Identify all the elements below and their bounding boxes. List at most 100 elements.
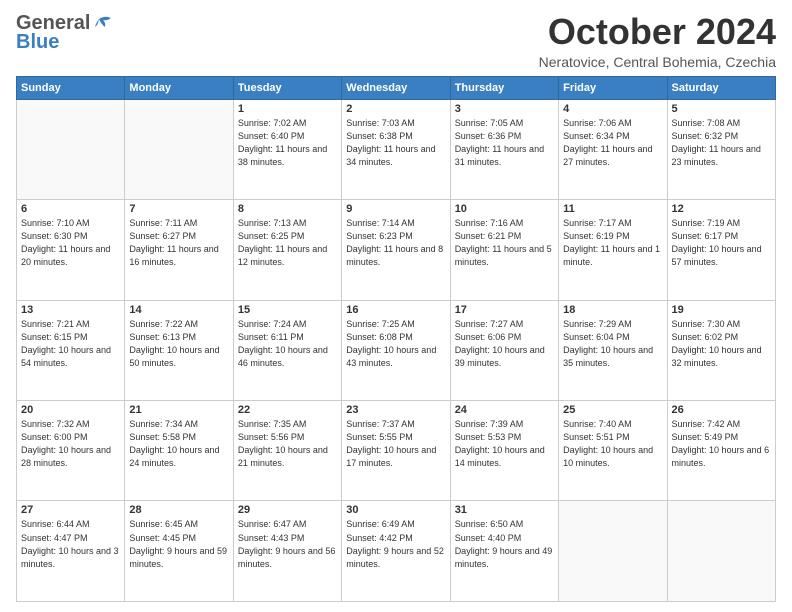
logo-blue: Blue	[16, 31, 59, 54]
calendar-cell: 30 Sunrise: 6:49 AM Sunset: 4:42 PM Dayli…	[342, 501, 450, 602]
day-info: Sunrise: 7:22 AM Sunset: 6:13 PM Dayligh…	[129, 318, 228, 370]
day-info: Sunrise: 7:17 AM Sunset: 6:19 PM Dayligh…	[563, 217, 662, 269]
weekday-header-sunday: Sunday	[17, 76, 125, 99]
calendar-week-row: 27Sunrise: 6:44 AM Sunset: 4:47 PM Dayli…	[17, 501, 776, 602]
day-info: Sunrise: 7:06 AM Sunset: 6:34 PM Dayligh…	[563, 117, 662, 169]
day-info: Sunrise: 7:25 AM Sunset: 6:08 PM Dayligh…	[346, 318, 445, 370]
day-number: 8	[238, 203, 337, 215]
day-info: Sunrise: 6:45 AM Sunset: 4:45 PM Dayligh…	[129, 518, 228, 570]
calendar-cell: 5 Sunrise: 7:08 AM Sunset: 6:32 PM Daylig…	[667, 99, 775, 199]
day-number: 7	[129, 203, 228, 215]
day-number: 15	[238, 304, 337, 316]
calendar-week-row: 20 Sunrise: 7:32 AM Sunset: 6:00 PM Dayli…	[17, 401, 776, 501]
calendar-cell: 23Sunrise: 7:37 AM Sunset: 5:55 PM Dayli…	[342, 401, 450, 501]
day-number: 21	[129, 404, 228, 416]
weekday-header-friday: Friday	[559, 76, 667, 99]
day-number: 11	[563, 203, 662, 215]
weekday-header-thursday: Thursday	[450, 76, 558, 99]
calendar-cell	[17, 99, 125, 199]
day-number: 2	[346, 103, 445, 115]
day-number: 31	[455, 504, 554, 516]
calendar-week-row: 6 Sunrise: 7:10 AM Sunset: 6:30 PM Daylig…	[17, 200, 776, 300]
day-info: Sunrise: 7:02 AM Sunset: 6:40 PM Dayligh…	[238, 117, 337, 169]
calendar-cell: 11 Sunrise: 7:17 AM Sunset: 6:19 PM Dayli…	[559, 200, 667, 300]
day-info: Sunrise: 7:19 AM Sunset: 6:17 PM Dayligh…	[672, 217, 771, 269]
calendar-week-row: 1 Sunrise: 7:02 AM Sunset: 6:40 PM Daylig…	[17, 99, 776, 199]
day-number: 17	[455, 304, 554, 316]
day-number: 24	[455, 404, 554, 416]
day-info: Sunrise: 6:44 AM Sunset: 4:47 PM Dayligh…	[21, 518, 120, 570]
calendar-cell	[125, 99, 233, 199]
day-number: 18	[563, 304, 662, 316]
calendar-cell: 13Sunrise: 7:21 AM Sunset: 6:15 PM Dayli…	[17, 300, 125, 400]
calendar-body: 1 Sunrise: 7:02 AM Sunset: 6:40 PM Daylig…	[17, 99, 776, 601]
day-info: Sunrise: 7:40 AM Sunset: 5:51 PM Dayligh…	[563, 418, 662, 470]
weekday-header-monday: Monday	[125, 76, 233, 99]
day-info: Sunrise: 6:49 AM Sunset: 4:42 PM Dayligh…	[346, 518, 445, 570]
calendar-cell: 15Sunrise: 7:24 AM Sunset: 6:11 PM Dayli…	[233, 300, 341, 400]
day-info: Sunrise: 6:47 AM Sunset: 4:43 PM Dayligh…	[238, 518, 337, 570]
day-info: Sunrise: 7:13 AM Sunset: 6:25 PM Dayligh…	[238, 217, 337, 269]
day-info: Sunrise: 7:42 AM Sunset: 5:49 PM Dayligh…	[672, 418, 771, 470]
calendar-cell: 9 Sunrise: 7:14 AM Sunset: 6:23 PM Daylig…	[342, 200, 450, 300]
day-number: 3	[455, 103, 554, 115]
logo-bird-icon	[91, 15, 113, 33]
calendar-cell: 19 Sunrise: 7:30 AM Sunset: 6:02 PM Dayli…	[667, 300, 775, 400]
calendar-cell: 7 Sunrise: 7:11 AM Sunset: 6:27 PM Daylig…	[125, 200, 233, 300]
day-number: 12	[672, 203, 771, 215]
day-number: 10	[455, 203, 554, 215]
day-number: 28	[129, 504, 228, 516]
calendar-cell: 8 Sunrise: 7:13 AM Sunset: 6:25 PM Daylig…	[233, 200, 341, 300]
day-number: 22	[238, 404, 337, 416]
calendar-cell: 28 Sunrise: 6:45 AM Sunset: 4:45 PM Dayli…	[125, 501, 233, 602]
calendar-cell: 26 Sunrise: 7:42 AM Sunset: 5:49 PM Dayli…	[667, 401, 775, 501]
day-info: Sunrise: 7:32 AM Sunset: 6:00 PM Dayligh…	[21, 418, 120, 470]
calendar-cell: 14 Sunrise: 7:22 AM Sunset: 6:13 PM Dayli…	[125, 300, 233, 400]
calendar-cell: 17 Sunrise: 7:27 AM Sunset: 6:06 PM Dayli…	[450, 300, 558, 400]
day-number: 23	[346, 404, 445, 416]
day-number: 19	[672, 304, 771, 316]
day-number: 20	[21, 404, 120, 416]
day-info: Sunrise: 7:35 AM Sunset: 5:56 PM Dayligh…	[238, 418, 337, 470]
day-info: Sunrise: 7:21 AM Sunset: 6:15 PM Dayligh…	[21, 318, 120, 370]
day-info: Sunrise: 7:08 AM Sunset: 6:32 PM Dayligh…	[672, 117, 771, 169]
month-title: October 2024	[539, 12, 776, 52]
calendar-cell	[559, 501, 667, 602]
calendar-cell: 18 Sunrise: 7:29 AM Sunset: 6:04 PM Dayli…	[559, 300, 667, 400]
day-info: Sunrise: 7:16 AM Sunset: 6:21 PM Dayligh…	[455, 217, 554, 269]
logo: General Blue	[16, 12, 114, 54]
day-info: Sunrise: 7:10 AM Sunset: 6:30 PM Dayligh…	[21, 217, 120, 269]
day-number: 9	[346, 203, 445, 215]
calendar-cell: 20 Sunrise: 7:32 AM Sunset: 6:00 PM Dayli…	[17, 401, 125, 501]
day-number: 25	[563, 404, 662, 416]
calendar-cell: 6 Sunrise: 7:10 AM Sunset: 6:30 PM Daylig…	[17, 200, 125, 300]
calendar-cell: 3Sunrise: 7:05 AM Sunset: 6:36 PM Daylig…	[450, 99, 558, 199]
calendar-cell: 2 Sunrise: 7:03 AM Sunset: 6:38 PM Daylig…	[342, 99, 450, 199]
day-info: Sunrise: 7:14 AM Sunset: 6:23 PM Dayligh…	[346, 217, 445, 269]
day-info: Sunrise: 7:29 AM Sunset: 6:04 PM Dayligh…	[563, 318, 662, 370]
calendar-cell: 27Sunrise: 6:44 AM Sunset: 4:47 PM Dayli…	[17, 501, 125, 602]
day-number: 30	[346, 504, 445, 516]
location: Neratovice, Central Bohemia, Czechia	[539, 54, 776, 70]
weekday-header-wednesday: Wednesday	[342, 76, 450, 99]
day-number: 14	[129, 304, 228, 316]
day-number: 6	[21, 203, 120, 215]
header: General Blue October 2024 Neratovice, Ce…	[16, 12, 776, 70]
calendar-cell: 1 Sunrise: 7:02 AM Sunset: 6:40 PM Daylig…	[233, 99, 341, 199]
day-info: Sunrise: 7:39 AM Sunset: 5:53 PM Dayligh…	[455, 418, 554, 470]
day-number: 26	[672, 404, 771, 416]
calendar-cell: 29Sunrise: 6:47 AM Sunset: 4:43 PM Dayli…	[233, 501, 341, 602]
calendar-cell: 16Sunrise: 7:25 AM Sunset: 6:08 PM Dayli…	[342, 300, 450, 400]
calendar-cell: 31Sunrise: 6:50 AM Sunset: 4:40 PM Dayli…	[450, 501, 558, 602]
day-info: Sunrise: 7:27 AM Sunset: 6:06 PM Dayligh…	[455, 318, 554, 370]
weekday-header-tuesday: Tuesday	[233, 76, 341, 99]
calendar: SundayMondayTuesdayWednesdayThursdayFrid…	[16, 76, 776, 602]
day-info: Sunrise: 7:11 AM Sunset: 6:27 PM Dayligh…	[129, 217, 228, 269]
day-number: 1	[238, 103, 337, 115]
day-number: 5	[672, 103, 771, 115]
day-info: Sunrise: 7:30 AM Sunset: 6:02 PM Dayligh…	[672, 318, 771, 370]
weekday-header-saturday: Saturday	[667, 76, 775, 99]
title-block: October 2024 Neratovice, Central Bohemia…	[539, 12, 776, 70]
calendar-cell: 12 Sunrise: 7:19 AM Sunset: 6:17 PM Dayli…	[667, 200, 775, 300]
day-info: Sunrise: 7:03 AM Sunset: 6:38 PM Dayligh…	[346, 117, 445, 169]
